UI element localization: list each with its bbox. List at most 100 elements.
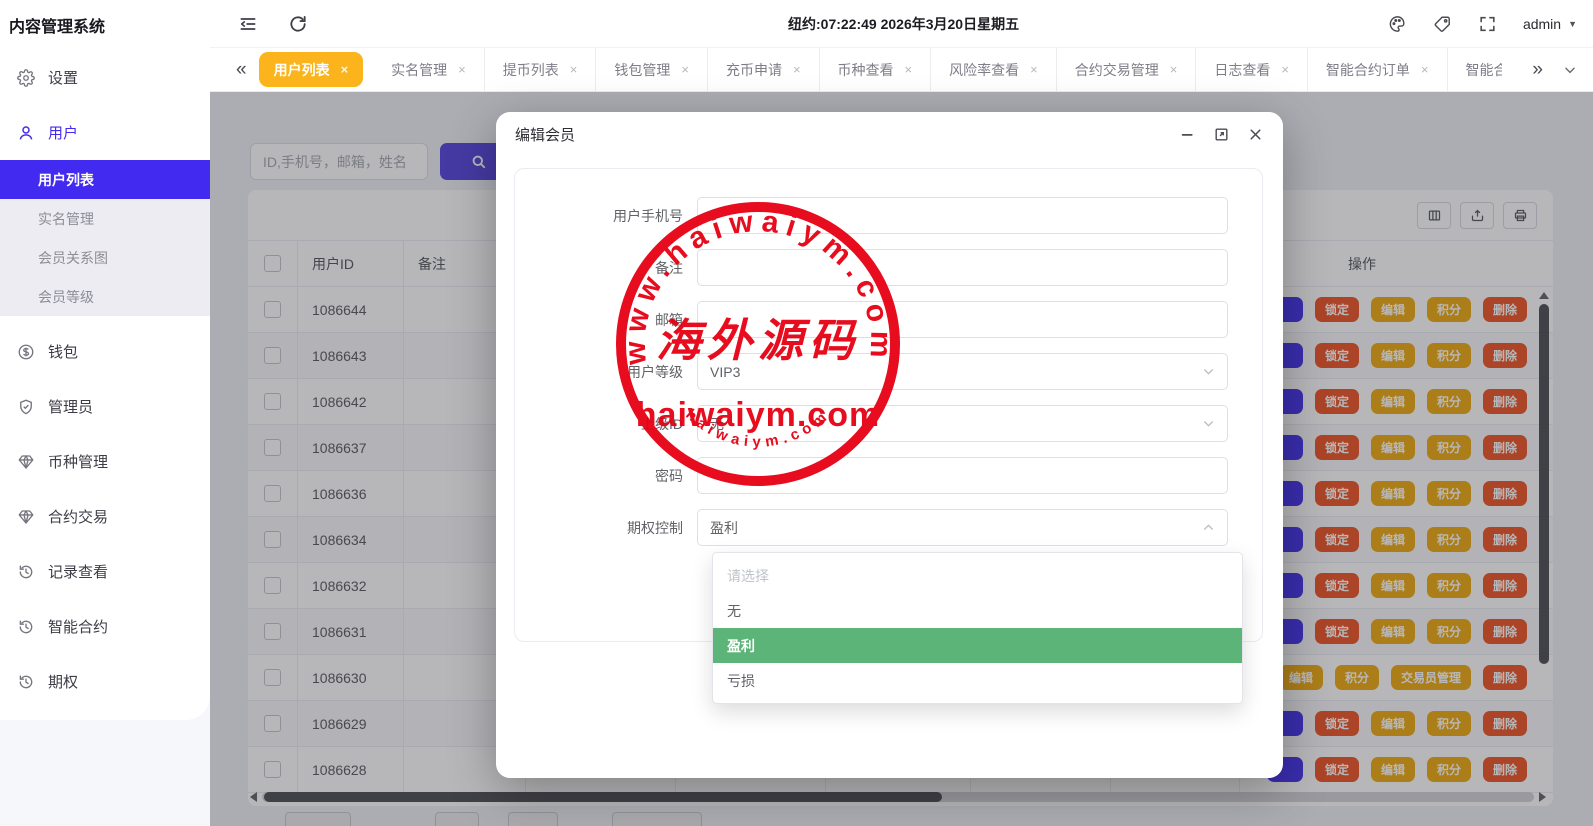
tab-11[interactable]: 智能合约管理× (1448, 48, 1502, 91)
edit-form: 用户手机号 备注 邮箱 用户等级 VIP3 上级ID 无密码 期权控制 盈利 (515, 169, 1262, 546)
tab-label: 智能合约订单 (1325, 61, 1410, 78)
期权控制-select[interactable]: 盈利 (697, 509, 1228, 546)
tab-4[interactable]: 钱包管理 × (596, 48, 708, 91)
user-menu[interactable]: admin ▼ (1523, 16, 1577, 32)
tab-label: 钱包管理 (614, 61, 671, 78)
dropdown-option[interactable]: 请选择 (713, 558, 1242, 593)
form-row: 用户手机号 (515, 197, 1262, 234)
tab-list: 用户列表 × 实名管理 × 提币列表 × 钱包管理 × 充币申请 × 币种查看 × 风险率查看 × 合约交易… (257, 48, 1502, 91)
dropdown-option[interactable]: 盈利 (713, 628, 1242, 663)
gear-icon (17, 68, 35, 87)
field-control: 无 (697, 405, 1228, 442)
sidebar-item-admin[interactable]: 管理员 (0, 379, 210, 434)
tab-label: 用户列表 (273, 61, 330, 78)
tab-9[interactable]: 日志查看 × (1196, 48, 1308, 91)
history-icon (17, 563, 35, 581)
sidebar-item-label: 币种管理 (48, 454, 109, 471)
sidebar-subitem-user-list[interactable]: 用户列表 (0, 160, 210, 199)
app-title: 内容管理系统 (9, 19, 106, 36)
tab-label: 实名管理 (391, 61, 448, 78)
field-label: 备注 (655, 259, 683, 276)
tab-close-icon[interactable]: × (1421, 62, 1429, 77)
field-control: VIP3 (697, 353, 1228, 390)
sidebar-item-wallet[interactable]: 钱包 (0, 324, 210, 379)
tab-3[interactable]: 提币列表 × (485, 48, 597, 91)
tab-7[interactable]: 风险率查看 × (931, 48, 1057, 91)
sidebar-subitem-realname[interactable]: 实名管理 (0, 199, 210, 238)
sidebar-subitem-level[interactable]: 会员等级 (0, 277, 210, 316)
form-row: 期权控制 盈利 (515, 509, 1262, 546)
wallet-icon (17, 343, 35, 361)
tabs-scroll-right-icon[interactable]: » (1532, 60, 1543, 79)
tab-close-icon[interactable]: × (793, 62, 801, 77)
history-icon (17, 673, 35, 691)
用户等级-select[interactable]: VIP3 (697, 353, 1228, 390)
close-icon[interactable] (1247, 126, 1264, 143)
form-row: 密码 (515, 457, 1262, 494)
tab-8[interactable]: 合约交易管理 × (1057, 48, 1197, 91)
用户手机号-input[interactable] (697, 197, 1228, 234)
tab-label: 充币申请 (725, 61, 782, 78)
refresh-icon[interactable] (288, 14, 308, 34)
select-value: 盈利 (710, 519, 738, 536)
tab-close-icon[interactable]: × (1030, 62, 1038, 77)
tab-5[interactable]: 充币申请 × (708, 48, 820, 91)
tag-icon[interactable] (1433, 14, 1452, 33)
tab-2[interactable]: 实名管理 × (373, 48, 485, 91)
sidebar-item-label: 管理员 (48, 399, 94, 416)
tab-close-icon[interactable]: × (681, 62, 689, 77)
tab-1[interactable]: 用户列表 × (258, 52, 364, 87)
tab-10[interactable]: 智能合约订单 × (1308, 48, 1448, 91)
tabs-dropdown-icon[interactable] (1563, 63, 1577, 77)
sidebar-item-smart-contract[interactable]: 智能合约 (0, 599, 210, 654)
sidebar-item-currency[interactable]: 币种管理 (0, 434, 210, 489)
sidebar-item-records[interactable]: 记录查看 (0, 544, 210, 599)
tab-close-icon[interactable]: × (341, 62, 349, 77)
select-value: VIP3 (710, 363, 741, 380)
chevron-down-icon (1202, 365, 1215, 378)
sidebar-item-label: 期权 (48, 674, 79, 691)
sidebar-item-users[interactable]: 用户 (0, 105, 210, 160)
tab-close-icon[interactable]: × (1281, 62, 1289, 77)
app-window: 内容管理系统 设置 用户 用户列表 实名管理 会员关系图 会员等级 钱包 管理员 币种管理 合约交… (0, 0, 1593, 826)
tabs-scroll-left-icon[interactable]: « (236, 60, 247, 79)
密码-input[interactable] (697, 457, 1228, 494)
上级ID-select[interactable]: 无 (697, 405, 1228, 442)
tab-label: 币种查看 (837, 61, 894, 78)
tab-label: 风险率查看 (949, 61, 1020, 78)
top-header: 纽约:07:22:49 2026年3月20日星期五 admin ▼ (210, 0, 1593, 48)
chevron-down-icon (1202, 521, 1215, 534)
dropdown-option[interactable]: 无 (713, 593, 1242, 628)
tab-close-icon[interactable]: × (570, 62, 578, 77)
field-label: 邮箱 (655, 311, 683, 328)
sidebar-panel: 内容管理系统 设置 用户 用户列表 实名管理 会员关系图 会员等级钱包管理员币种管理合约交… (0, 0, 210, 720)
header-actions: admin ▼ (1388, 14, 1577, 33)
field-label: 用户手机号 (613, 207, 683, 224)
sidebar-item-contract[interactable]: 合约交易 (0, 489, 210, 544)
tab-6[interactable]: 币种查看 × (820, 48, 932, 91)
sidebar-subitem-relation[interactable]: 会员关系图 (0, 238, 210, 277)
tab-close-icon[interactable]: × (458, 62, 466, 77)
tab-close-icon[interactable]: × (1170, 62, 1178, 77)
dropdown-option[interactable]: 亏损 (713, 663, 1242, 698)
dialog-header: 编辑会员 (496, 112, 1283, 156)
sidebar-item-settings[interactable]: 设置 (0, 50, 210, 105)
tab-close-icon[interactable]: × (905, 62, 913, 77)
field-label: 期权控制 (627, 519, 683, 536)
sidebar-item-label: 智能合约 (48, 619, 109, 636)
user-name: admin (1522, 15, 1562, 32)
option-control-dropdown: 请选择无盈利 亏损 (712, 552, 1243, 704)
备注-input[interactable] (697, 249, 1228, 286)
select-value: 无 (710, 415, 724, 432)
sidebar-item-options[interactable]: 期权 (0, 654, 210, 709)
history-icon (17, 618, 35, 636)
maximize-icon[interactable] (1213, 126, 1230, 143)
邮箱-input[interactable] (697, 301, 1228, 338)
minimize-icon[interactable] (1179, 126, 1196, 143)
fullscreen-icon[interactable] (1478, 14, 1497, 33)
sidebar-item-label: 合约交易 (48, 509, 109, 526)
theme-palette-icon[interactable] (1388, 14, 1407, 33)
tab-label: 合约交易管理 (1074, 61, 1159, 78)
menu-collapse-icon[interactable] (238, 14, 258, 34)
sidebar: 内容管理系统 设置 用户 用户列表 实名管理 会员关系图 会员等级钱包管理员币种管理合约交… (0, 0, 210, 826)
